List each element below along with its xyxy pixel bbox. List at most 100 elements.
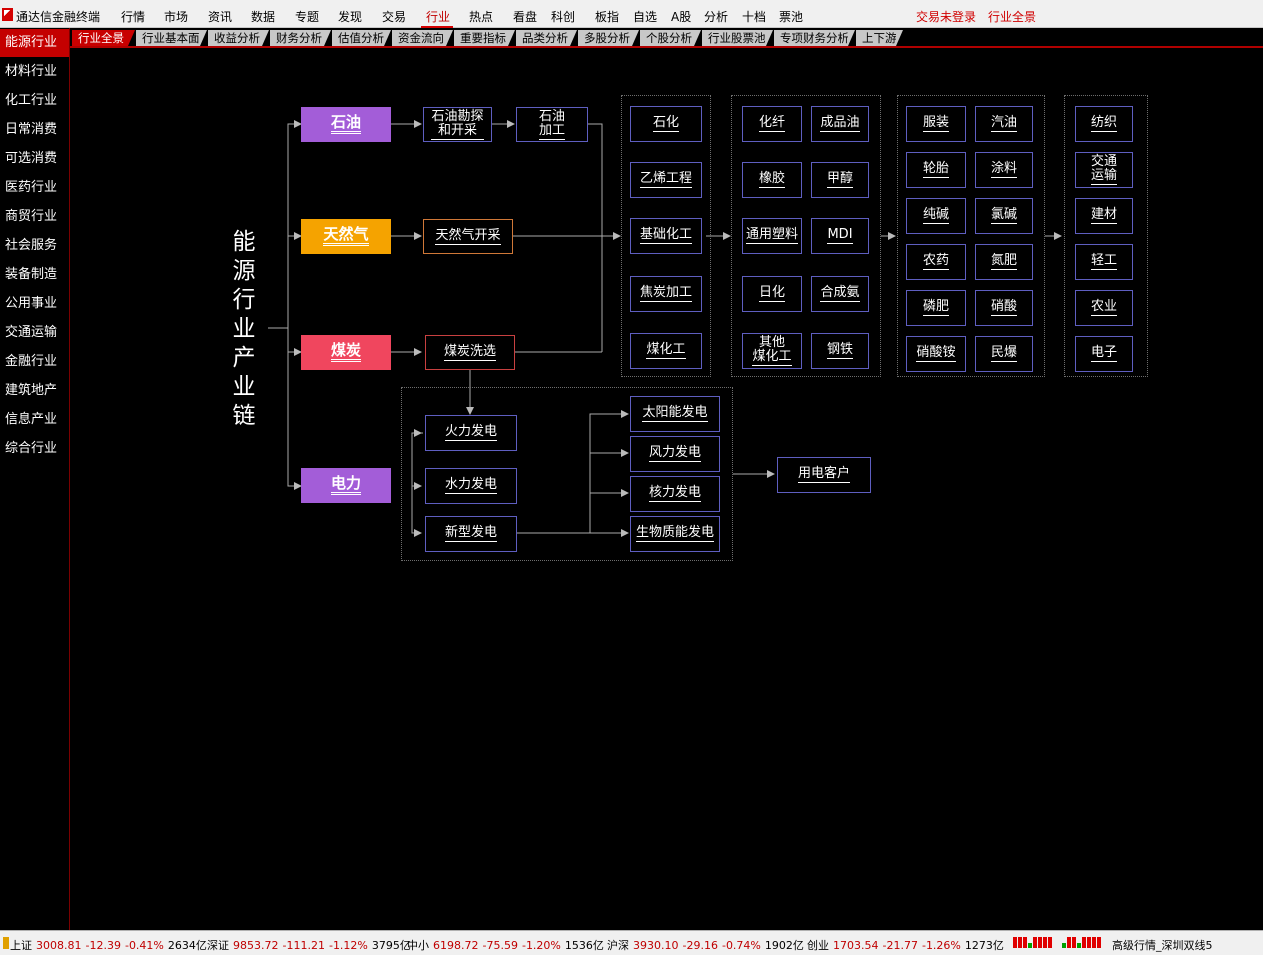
sidebar-item-1[interactable]: 材料行业: [0, 58, 69, 86]
sidebar-item-4[interactable]: 可选消费: [0, 145, 69, 173]
menu-item-0[interactable]: 行情: [121, 8, 145, 25]
group2-node-2[interactable]: 橡胶: [742, 162, 802, 198]
tab-1[interactable]: 行业基本面: [136, 30, 207, 46]
group3-node-8[interactable]: 磷肥: [906, 290, 966, 326]
tab-9[interactable]: 个股分析: [640, 30, 701, 46]
sidebar-item-8[interactable]: 装备制造: [0, 261, 69, 289]
menu-item-2[interactable]: 资讯: [208, 8, 232, 25]
group2-node-6[interactable]: 日化: [742, 276, 802, 312]
source-1[interactable]: 天然气: [301, 219, 391, 254]
group4-node-3[interactable]: 轻工: [1075, 244, 1133, 280]
gas-step-0[interactable]: 天然气开采: [423, 219, 513, 254]
group2-node-3[interactable]: 甲醇: [811, 162, 869, 198]
power-end-customer[interactable]: 用电客户: [777, 457, 871, 493]
sidebar-item-9[interactable]: 公用事业: [0, 290, 69, 318]
tab-12[interactable]: 上下游: [856, 30, 903, 46]
group2-node-8[interactable]: 其他 煤化工: [742, 333, 802, 369]
trade-login-link[interactable]: 交易未登录: [916, 8, 976, 25]
power-new-2[interactable]: 核力发电: [630, 476, 720, 512]
sidebar-item-3[interactable]: 日常消费: [0, 116, 69, 144]
tab-5[interactable]: 资金流向: [392, 30, 453, 46]
tab-6[interactable]: 重要指标: [454, 30, 515, 46]
tab-0[interactable]: 行业全景: [72, 30, 135, 46]
tab-4[interactable]: 估值分析: [332, 30, 391, 46]
index-quote-1[interactable]: 深证 9853.72 -111.21 -1.12% 3795亿: [207, 937, 415, 953]
group2-node-7[interactable]: 合成氨: [811, 276, 869, 312]
group2-node-4[interactable]: 通用塑料: [742, 218, 802, 254]
source-3[interactable]: 电力: [301, 468, 391, 503]
group1-node-2[interactable]: 基础化工: [630, 218, 702, 254]
sidebar-item-7[interactable]: 社会服务: [0, 232, 69, 260]
sidebar-item-6[interactable]: 商贸行业: [0, 203, 69, 231]
group3-node-4[interactable]: 纯碱: [906, 198, 966, 234]
coal-step-0[interactable]: 煤炭洗选: [425, 335, 515, 370]
oil-step-0[interactable]: 石油勘探 和开采: [423, 107, 492, 142]
tab-10[interactable]: 行业股票池: [702, 30, 773, 46]
menu-item-3[interactable]: 数据: [251, 8, 275, 25]
group3-node-1[interactable]: 汽油: [975, 106, 1033, 142]
group4-node-4[interactable]: 农业: [1075, 290, 1133, 326]
power-new-3[interactable]: 生物质能发电: [630, 516, 720, 552]
group4-node-5[interactable]: 电子: [1075, 336, 1133, 372]
power-gen-2[interactable]: 新型发电: [425, 516, 517, 552]
industry-panorama-link[interactable]: 行业全景: [988, 8, 1036, 25]
group3-node-0[interactable]: 服装: [906, 106, 966, 142]
power-gen-1[interactable]: 水力发电: [425, 468, 517, 504]
power-new-1[interactable]: 风力发电: [630, 436, 720, 472]
source-0[interactable]: 石油: [301, 107, 391, 142]
tab-7[interactable]: 品类分析: [516, 30, 577, 46]
sidebar-item-0[interactable]: 能源行业: [0, 29, 69, 57]
index-quote-2[interactable]: 中小 6198.72 -75.59 -1.20% 1536亿: [407, 937, 608, 953]
group2-node-1[interactable]: 成品油: [811, 106, 869, 142]
menu-item-15[interactable]: 十档: [742, 8, 766, 25]
index-quote-0[interactable]: 上证 3008.81 -12.39 -0.41% 2634亿: [10, 937, 211, 953]
sidebar-item-14[interactable]: 综合行业: [0, 435, 69, 463]
group4-node-0[interactable]: 纺织: [1075, 106, 1133, 142]
tab-11[interactable]: 专项财务分析: [774, 30, 855, 46]
oil-step-1[interactable]: 石油 加工: [516, 107, 588, 142]
sidebar-item-5[interactable]: 医药行业: [0, 174, 69, 202]
group1-node-0[interactable]: 石化: [630, 106, 702, 142]
group1-node-4[interactable]: 煤化工: [630, 333, 702, 369]
power-gen-0[interactable]: 火力发电: [425, 415, 517, 451]
group3-node-5[interactable]: 氯碱: [975, 198, 1033, 234]
group3-node-3[interactable]: 涂料: [975, 152, 1033, 188]
sidebar-item-11[interactable]: 金融行业: [0, 348, 69, 376]
power-new-0[interactable]: 太阳能发电: [630, 396, 720, 432]
group3-node-11[interactable]: 民爆: [975, 336, 1033, 372]
menu-item-11[interactable]: 板指: [595, 8, 619, 25]
group2-node-0[interactable]: 化纤: [742, 106, 802, 142]
group3-node-6[interactable]: 农药: [906, 244, 966, 280]
group2-node-9[interactable]: 钢铁: [811, 333, 869, 369]
group4-node-1[interactable]: 交通 运输: [1075, 152, 1133, 188]
group4-node-2[interactable]: 建材: [1075, 198, 1133, 234]
menu-item-16[interactable]: 票池: [779, 8, 803, 25]
index-quote-3[interactable]: 沪深 3930.10 -29.16 -0.74% 1902亿: [607, 937, 808, 953]
group1-node-1[interactable]: 乙烯工程: [630, 162, 702, 198]
index-quote-4[interactable]: 创业 1703.54 -21.77 -1.26% 1273亿: [807, 937, 1008, 953]
group3-node-9[interactable]: 硝酸: [975, 290, 1033, 326]
menu-item-4[interactable]: 专题: [295, 8, 319, 25]
group1-node-3[interactable]: 焦炭加工: [630, 276, 702, 312]
group2-node-5[interactable]: MDI: [811, 218, 869, 254]
menu-item-7[interactable]: 行业: [426, 8, 450, 25]
group3-node-2[interactable]: 轮胎: [906, 152, 966, 188]
sidebar-item-13[interactable]: 信息产业: [0, 406, 69, 434]
tab-2[interactable]: 收益分析: [208, 30, 269, 46]
menu-item-5[interactable]: 发现: [338, 8, 362, 25]
sidebar-item-12[interactable]: 建筑地产: [0, 377, 69, 405]
menu-item-10[interactable]: 科创: [551, 8, 575, 25]
menu-item-14[interactable]: 分析: [704, 8, 728, 25]
group3-node-7[interactable]: 氮肥: [975, 244, 1033, 280]
sidebar-item-2[interactable]: 化工行业: [0, 87, 69, 115]
menu-item-1[interactable]: 市场: [164, 8, 188, 25]
source-2[interactable]: 煤炭: [301, 335, 391, 370]
tab-3[interactable]: 财务分析: [270, 30, 331, 46]
menu-item-6[interactable]: 交易: [382, 8, 406, 25]
menu-item-13[interactable]: A股: [671, 8, 691, 25]
tab-8[interactable]: 多股分析: [578, 30, 639, 46]
sidebar-item-10[interactable]: 交通运输: [0, 319, 69, 347]
menu-item-8[interactable]: 热点: [469, 8, 493, 25]
menu-item-12[interactable]: 自选: [633, 8, 657, 25]
group3-node-10[interactable]: 硝酸铵: [906, 336, 966, 372]
